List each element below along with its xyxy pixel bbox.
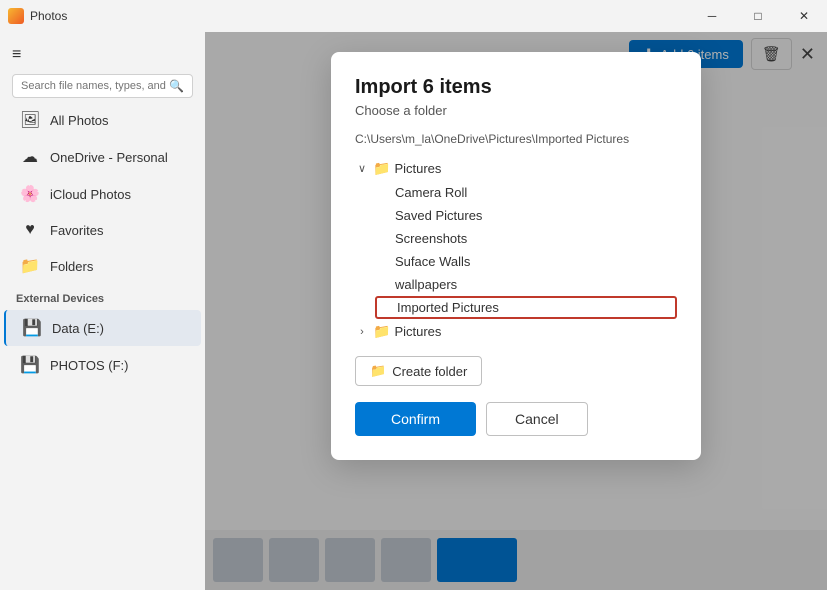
dialog-title: Import 6 items [355,76,677,99]
create-folder-icon: 📁 [370,363,386,379]
search-bar[interactable]: 🔍 [12,74,193,98]
dialog-path: C:\Users\m_la\OneDrive\Pictures\Imported… [355,132,677,146]
icloud-icon: 🌸 [20,184,40,204]
sidebar-item-label: Favorites [50,223,103,238]
sidebar-item-folders[interactable]: 📁 Folders [4,248,201,284]
tree-child-label: Saved Pictures [395,208,482,223]
sidebar-item-label: iCloud Photos [50,187,131,202]
app-icon [8,8,24,24]
tree-item-wallpapers[interactable]: wallpapers [375,273,677,296]
all-photos-icon: 🖼 [20,110,40,130]
folder-icon: 📁 [373,160,390,177]
search-input[interactable] [21,80,169,92]
chevron-down-icon: ∨ [355,162,369,175]
minimize-button[interactable]: ─ [689,0,735,32]
chevron-right-icon: › [355,326,369,338]
photos-f-icon: 💾 [20,355,40,375]
sidebar-item-onedrive[interactable]: ☁ OneDrive - Personal [4,139,201,175]
tree-child-label: Suface Walls [395,254,470,269]
sidebar-item-all-photos[interactable]: 🖼 All Photos [4,102,201,138]
sidebar: ≡ 🔍 🖼 All Photos ☁ OneDrive - Personal 🌸… [0,32,205,590]
confirm-button[interactable]: Confirm [355,402,476,436]
sidebar-item-label: OneDrive - Personal [50,150,168,165]
titlebar-left: Photos [8,8,67,24]
create-folder-label: Create folder [392,364,467,379]
main-content: ⬇ Add 6 items 🗑 ✕ Import 6 items Choose … [205,32,827,590]
titlebar: Photos ─ □ ✕ [0,0,827,32]
sidebar-item-label: Data (E:) [52,321,104,336]
maximize-button[interactable]: □ [735,0,781,32]
tree-root-label-2: Pictures [394,324,441,339]
tree-item-imported-pictures[interactable]: Imported Pictures [375,296,677,319]
sidebar-item-label: Folders [50,259,93,274]
sidebar-item-favorites[interactable]: ♥ Favorites [4,213,201,247]
sidebar-item-label: All Photos [50,113,109,128]
import-dialog: Import 6 items Choose a folder C:\Users\… [331,52,701,460]
tree-item-camera-roll[interactable]: Camera Roll [375,181,677,204]
search-icon: 🔍 [169,79,184,93]
sidebar-item-icloud[interactable]: 🌸 iCloud Photos [4,176,201,212]
tree-child-label: Camera Roll [395,185,467,200]
folders-icon: 📁 [20,256,40,276]
app-title: Photos [30,9,67,23]
app-container: ≡ 🔍 🖼 All Photos ☁ OneDrive - Personal 🌸… [0,32,827,590]
sidebar-top: ≡ [0,40,205,70]
tree-child-label: Imported Pictures [397,300,499,315]
onedrive-icon: ☁ [20,147,40,167]
favorites-icon: ♥ [20,221,40,239]
data-e-icon: 💾 [22,318,42,338]
cancel-button[interactable]: Cancel [486,402,588,436]
create-folder-button[interactable]: 📁 Create folder [355,356,482,386]
tree-root-pictures[interactable]: ∨ 📁 Pictures [355,156,677,181]
tree-child-label: wallpapers [395,277,457,292]
tree-item-surface-walls[interactable]: Suface Walls [375,250,677,273]
hamburger-icon[interactable]: ≡ [12,46,21,64]
external-devices-label: External Devices [0,285,205,309]
close-button[interactable]: ✕ [781,0,827,32]
sidebar-item-data-e[interactable]: 💾 Data (E:) [4,310,201,346]
sidebar-item-photos-f[interactable]: 💾 PHOTOS (F:) [4,347,201,383]
tree-child-label: Screenshots [395,231,467,246]
dialog-footer: Confirm Cancel [355,402,677,436]
tree-children: Camera Roll Saved Pictures Screenshots S… [355,181,677,319]
folder-tree: ∨ 📁 Pictures Camera Roll Saved Pictures [355,156,677,344]
tree-item-saved-pictures[interactable]: Saved Pictures [375,204,677,227]
titlebar-controls: ─ □ ✕ [689,0,827,32]
folder-icon-2: 📁 [373,323,390,340]
tree-root-label: Pictures [394,161,441,176]
tree-item-screenshots[interactable]: Screenshots [375,227,677,250]
tree-root-pictures-2[interactable]: › 📁 Pictures [355,319,677,344]
dialog-subtitle: Choose a folder [355,103,677,118]
sidebar-item-label: PHOTOS (F:) [50,358,128,373]
